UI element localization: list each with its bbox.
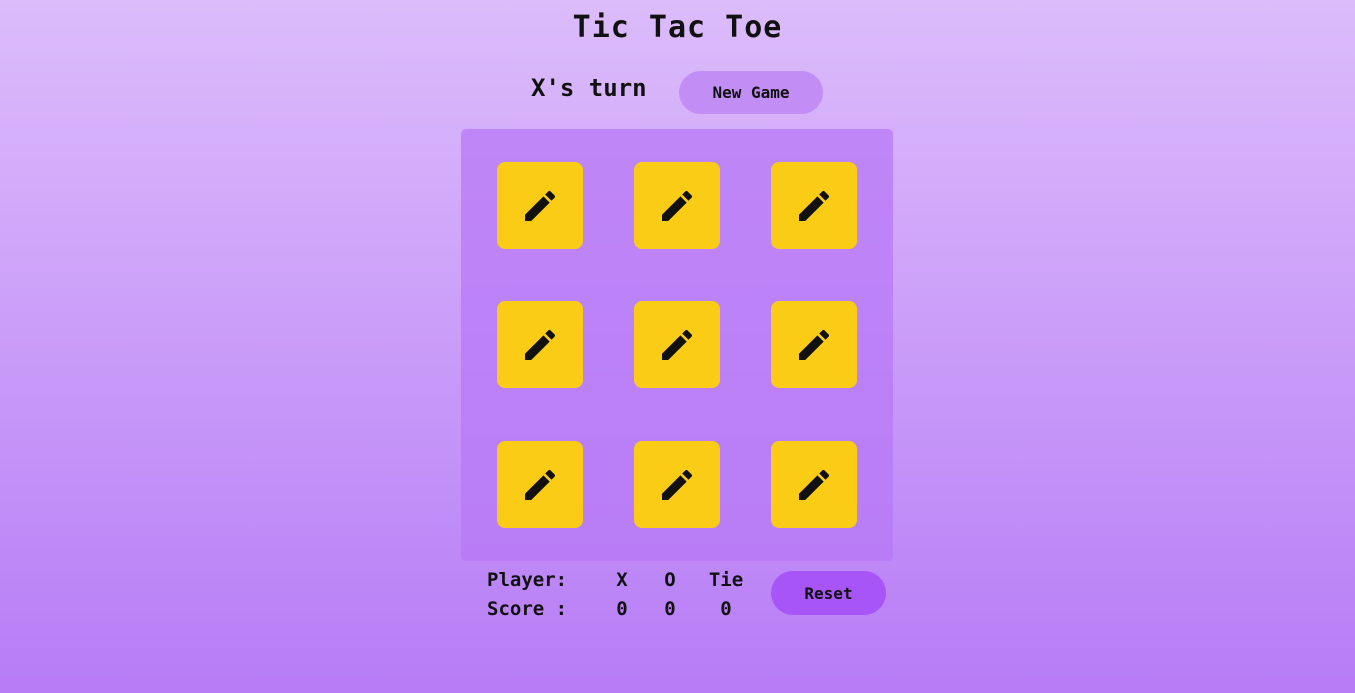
score-header-x: X xyxy=(616,569,628,591)
board-cell-8[interactable] xyxy=(634,441,720,528)
scoreboard-score-row: Score : 0 0 0 xyxy=(487,595,759,624)
pencil-icon xyxy=(525,190,556,221)
scoreboard-header-row: Player: X O Tie xyxy=(487,566,759,595)
board-cell-1[interactable] xyxy=(497,162,583,249)
board-cell-6[interactable] xyxy=(771,301,857,388)
board-cell-3[interactable] xyxy=(771,162,857,249)
player-label: Player: xyxy=(487,569,568,591)
score-header-o: O xyxy=(664,569,676,591)
pencil-icon xyxy=(799,329,830,360)
score-value-tie: 0 xyxy=(720,598,732,620)
pencil-icon xyxy=(662,190,693,221)
board-cell-4[interactable] xyxy=(497,301,583,388)
board-cell-9[interactable] xyxy=(771,441,857,528)
reset-button[interactable]: Reset xyxy=(771,571,886,615)
score-value-o: 0 xyxy=(664,598,676,620)
pencil-icon xyxy=(662,329,693,360)
score-value-x: 0 xyxy=(616,598,628,620)
pencil-icon xyxy=(662,469,693,500)
new-game-button[interactable]: New Game xyxy=(679,71,823,114)
pencil-icon xyxy=(525,469,556,500)
pencil-icon xyxy=(799,469,830,500)
board-cell-2[interactable] xyxy=(634,162,720,249)
score-label: Score : xyxy=(487,598,568,620)
score-header-tie: Tie xyxy=(708,569,744,591)
game-title: Tic Tac Toe xyxy=(572,10,783,45)
board-cell-7[interactable] xyxy=(497,441,583,528)
board-cell-5[interactable] xyxy=(634,301,720,388)
game-board xyxy=(461,129,893,561)
pencil-icon xyxy=(799,190,830,221)
pencil-icon xyxy=(525,329,556,360)
scoreboard: Player: X O Tie Score : 0 0 0 xyxy=(487,566,759,624)
turn-indicator: X's turn xyxy=(531,74,647,102)
